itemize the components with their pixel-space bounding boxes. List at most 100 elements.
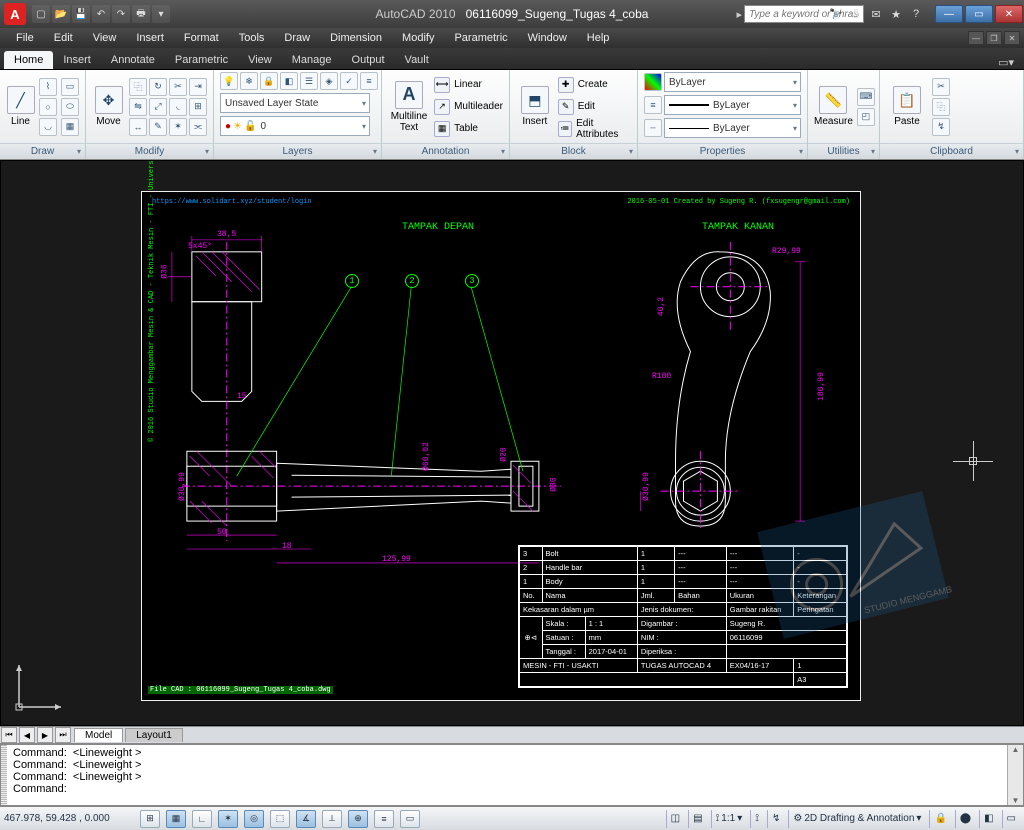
create-block-button[interactable]: ✚Create — [558, 75, 631, 95]
qat-open-icon[interactable]: 📂 — [52, 5, 70, 23]
match-icon[interactable]: ↯ — [932, 118, 950, 136]
qat-save-icon[interactable]: 💾 — [72, 5, 90, 23]
edit-attrib-button[interactable]: ≔Edit Attributes — [558, 119, 631, 139]
offset-icon[interactable]: ⫘ — [189, 118, 207, 136]
array-icon[interactable]: ⊞ — [189, 98, 207, 116]
rect-icon[interactable]: ▭ — [61, 78, 79, 96]
menu-parametric[interactable]: Parametric — [444, 30, 517, 46]
lineweight-combo[interactable]: ByLayer — [664, 95, 801, 115]
multileader-button[interactable]: ↗Multileader — [434, 97, 503, 117]
panel-layers-title[interactable]: Layers — [214, 143, 381, 159]
linetype-icon[interactable]: ┄ — [644, 119, 662, 137]
menu-file[interactable]: File — [6, 30, 44, 46]
layer-combo[interactable]: ● ☀ 🔓 0 — [220, 116, 370, 136]
cut-icon[interactable]: ✂ — [932, 78, 950, 96]
fillet-icon[interactable]: ◟ — [169, 98, 187, 116]
tab-vault[interactable]: Vault — [395, 51, 439, 69]
menu-help[interactable]: Help — [577, 30, 620, 46]
help-icon[interactable]: ? — [908, 6, 924, 22]
menu-draw[interactable]: Draw — [274, 30, 320, 46]
mdi-minimize[interactable]: — — [968, 31, 984, 45]
layer-props-icon[interactable]: ☰ — [300, 72, 318, 90]
layer-make-icon[interactable]: ✓ — [340, 72, 358, 90]
panel-modify-title[interactable]: Modify — [86, 143, 213, 159]
cmd-prompt[interactable]: Command: — [13, 783, 1019, 795]
tab-insert[interactable]: Insert — [53, 51, 101, 69]
tab-home[interactable]: Home — [4, 51, 53, 69]
menu-edit[interactable]: Edit — [44, 30, 83, 46]
layer-match-icon[interactable]: ≡ — [360, 72, 378, 90]
ellipse-icon[interactable]: ⬭ — [61, 98, 79, 116]
binoculars-icon[interactable]: 🔭 — [828, 6, 844, 22]
menu-dimension[interactable]: Dimension — [320, 30, 392, 46]
layer-off-icon[interactable]: 💡 — [220, 72, 238, 90]
tab-annotate[interactable]: Annotate — [101, 51, 165, 69]
copy-clip-icon[interactable]: ⿻ — [932, 98, 950, 116]
stretch-icon[interactable]: ↔ — [129, 118, 147, 136]
menu-tools[interactable]: Tools — [229, 30, 275, 46]
ribbon-toggle-icon[interactable]: ▭▾ — [998, 56, 1020, 69]
maximize-button[interactable]: ▭ — [965, 5, 993, 23]
mirror-icon[interactable]: ⇋ — [129, 98, 147, 116]
color-swatch-icon[interactable] — [644, 73, 662, 91]
edit-block-button[interactable]: ✎Edit — [558, 97, 631, 117]
trim-icon[interactable]: ✂ — [169, 78, 187, 96]
mdi-restore[interactable]: ❐ — [986, 31, 1002, 45]
arc-icon[interactable]: ◡ — [39, 118, 57, 136]
menu-view[interactable]: View — [83, 30, 127, 46]
layer-lock-icon[interactable]: 🔒 — [260, 72, 278, 90]
select-icon[interactable]: ◰ — [857, 108, 875, 126]
menu-format[interactable]: Format — [174, 30, 229, 46]
panel-block-title[interactable]: Block — [510, 143, 637, 159]
menu-window[interactable]: Window — [518, 30, 577, 46]
panel-annotation-title[interactable]: Annotation — [382, 143, 509, 159]
panel-utilities-title[interactable]: Utilities — [808, 143, 879, 159]
polyline-icon[interactable]: ⌇ — [39, 78, 57, 96]
qat-undo-icon[interactable]: ↶ — [92, 5, 110, 23]
cmd-scrollbar[interactable]: ▲▼ — [1007, 745, 1023, 805]
panel-properties-title[interactable]: Properties — [638, 143, 807, 159]
menu-modify[interactable]: Modify — [392, 30, 444, 46]
explode-icon[interactable]: ✶ — [169, 118, 187, 136]
move-button[interactable]: ✥ Move — [92, 75, 125, 139]
minimize-button[interactable]: — — [935, 5, 963, 23]
qat-more-icon[interactable]: ▾ — [152, 5, 170, 23]
tab-output[interactable]: Output — [342, 51, 395, 69]
tab-manage[interactable]: Manage — [282, 51, 342, 69]
comm-icon[interactable]: ✉ — [868, 6, 884, 22]
mtext-button[interactable]: A Multiline Text — [388, 75, 430, 139]
lineweight-icon[interactable]: ≡ — [644, 96, 662, 114]
circle-icon[interactable]: ○ — [39, 98, 57, 116]
panel-clipboard-title[interactable]: Clipboard — [880, 143, 1023, 159]
mdi-close[interactable]: ✕ — [1004, 31, 1020, 45]
nav-prev-icon[interactable]: ◀ — [19, 727, 35, 743]
linear-dim-button[interactable]: ⟷Linear — [434, 75, 503, 95]
extend-icon[interactable]: ⇥ — [189, 78, 207, 96]
tab-model[interactable]: Model — [74, 728, 123, 742]
erase-icon[interactable]: ✎ — [149, 118, 167, 136]
tab-layout1[interactable]: Layout1 — [125, 728, 183, 742]
hatch-icon[interactable]: ▦ — [61, 118, 79, 136]
close-button[interactable]: ✕ — [995, 5, 1023, 23]
menu-insert[interactable]: Insert — [126, 30, 174, 46]
command-window[interactable]: Command: <Lineweight > Command: <Linewei… — [0, 744, 1024, 806]
rotate-icon[interactable]: ↻ — [149, 78, 167, 96]
nav-first-icon[interactable]: ⏮ — [1, 727, 17, 743]
line-button[interactable]: ╱ Line — [6, 75, 35, 139]
layer-freeze-icon[interactable]: ❄ — [240, 72, 258, 90]
qat-new-icon[interactable]: ▢ — [32, 5, 50, 23]
panel-draw-title[interactable]: Draw — [0, 143, 85, 159]
insert-block-button[interactable]: ⬒ Insert — [516, 75, 554, 139]
drawing-area[interactable]: 2016-05-01 Created by Sugeng R. (fxsugen… — [0, 160, 1024, 726]
measure-button[interactable]: 📏 Measure — [814, 75, 853, 139]
color-combo[interactable]: ByLayer — [664, 72, 801, 92]
tab-view[interactable]: View — [238, 51, 282, 69]
favorite-icon[interactable]: ★ — [888, 6, 904, 22]
layer-iso-icon[interactable]: ◈ — [320, 72, 338, 90]
scale-icon[interactable]: ⤢ — [149, 98, 167, 116]
linetype-combo[interactable]: ByLayer — [664, 118, 801, 138]
nav-next-icon[interactable]: ▶ — [37, 727, 53, 743]
layer-color-icon[interactable]: ◧ — [280, 72, 298, 90]
qat-redo-icon[interactable]: ↷ — [112, 5, 130, 23]
app-menu-button[interactable]: A — [4, 3, 26, 25]
